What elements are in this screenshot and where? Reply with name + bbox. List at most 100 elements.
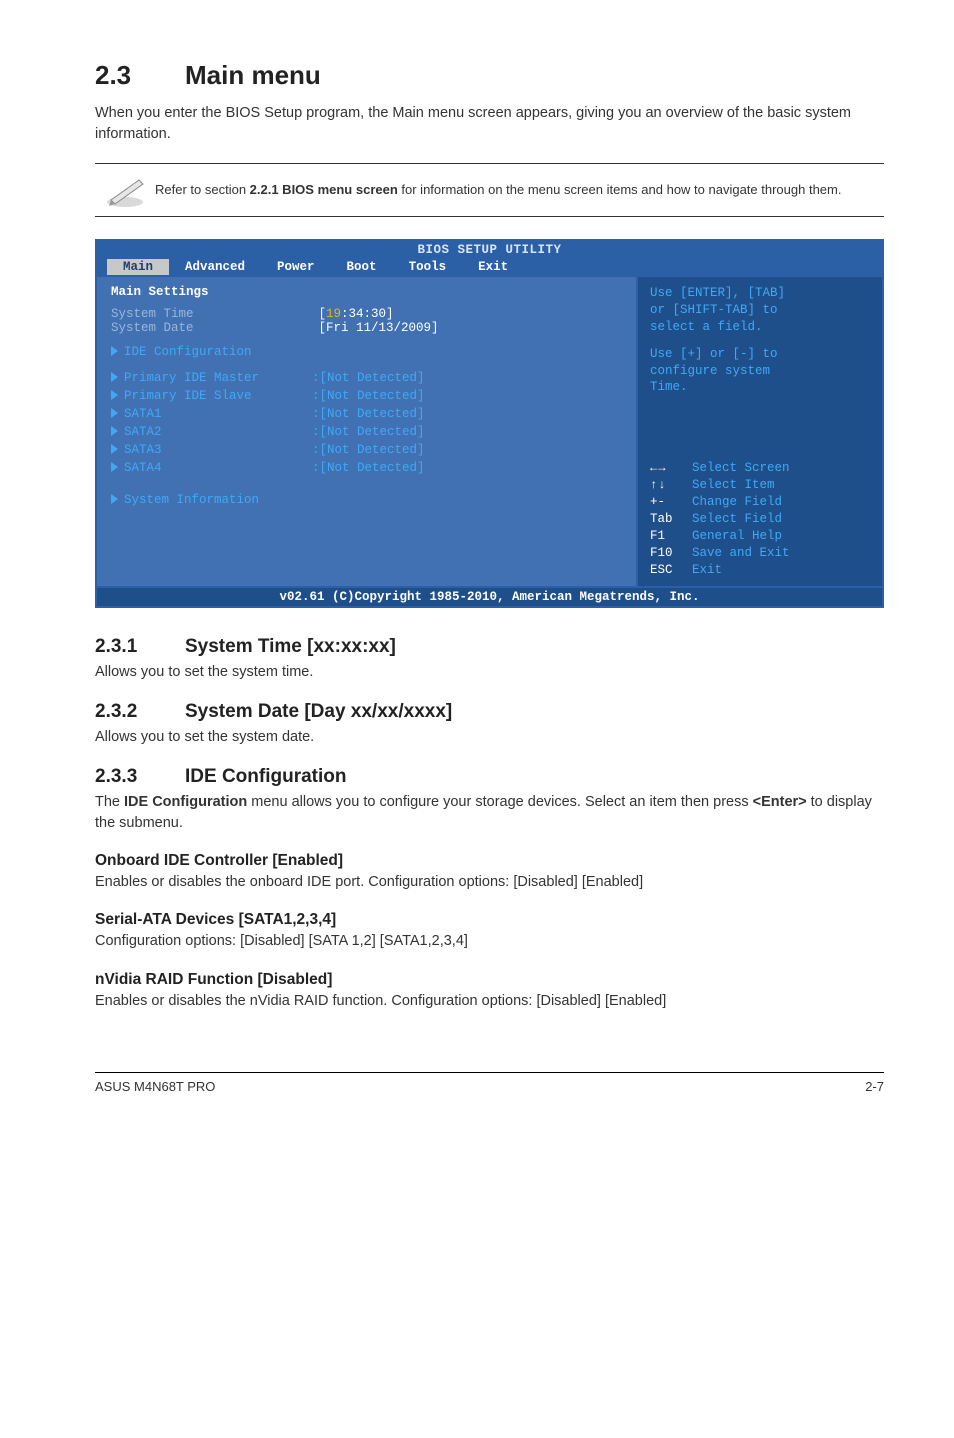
bios-tabbar: Main Advanced Power Boot Tools Exit (97, 259, 882, 277)
bios-tab-power: Power (261, 259, 331, 275)
subsection-title: System Time [xx:xx:xx] (185, 636, 396, 657)
bios-system-info-row: System Information (111, 493, 622, 507)
note-prefix: Refer to section (155, 182, 250, 197)
nav-desc: Select Item (692, 478, 775, 492)
bios-system-date-value: [Fri 11/13/2009] (319, 321, 439, 335)
footer-left: ASUS M4N68T PRO (95, 1079, 215, 1094)
nav-key: ESC (650, 562, 692, 579)
bios-ide-item: SATA4:[Not Detected] (111, 461, 622, 475)
nav-desc: Select Screen (692, 461, 790, 475)
note-box: Refer to section 2.2.1 BIOS menu screen … (95, 163, 884, 217)
bios-title: BIOS SETUP UTILITY (97, 241, 882, 259)
triangle-icon (111, 372, 118, 382)
bios-time-rest: :34:30] (341, 307, 394, 321)
option-text: Enables or disables the nVidia RAID func… (95, 991, 884, 1012)
bios-ide-label: Primary IDE Slave (124, 389, 312, 403)
bios-help-top: Use [ENTER], [TAB] or [SHIFT-TAB] to sel… (650, 285, 870, 336)
nav-desc: Exit (692, 563, 722, 577)
section-intro: When you enter the BIOS Setup program, t… (95, 103, 884, 145)
bios-ide-label: SATA1 (124, 407, 312, 421)
nav-desc: General Help (692, 529, 782, 543)
bios-system-time-label: System Time (111, 307, 311, 321)
nav-desc: Save and Exit (692, 546, 790, 560)
section-number: 2.3 (95, 60, 185, 91)
bios-ide-value: :[Not Detected] (312, 461, 425, 475)
bios-help-line: select a field. (650, 319, 870, 336)
footer-right: 2-7 (865, 1079, 884, 1094)
section-title-text: Main menu (185, 60, 321, 90)
subsection-number: 2.3.3 (95, 766, 185, 788)
subsection-heading: 2.3.3IDE Configuration (95, 766, 884, 788)
triangle-icon (111, 462, 118, 472)
bios-system-info-label: System Information (124, 493, 259, 507)
subsection-heading: 2.3.2System Date [Day xx/xx/xxxx] (95, 701, 884, 723)
bios-system-date-label: System Date (111, 321, 311, 335)
bios-time-bracket: [ (319, 307, 327, 321)
bios-ide-item: SATA2:[Not Detected] (111, 425, 622, 439)
subsection-title: IDE Configuration (185, 766, 346, 787)
note-suffix: for information on the menu screen items… (398, 182, 842, 197)
bios-time-hour: 19 (326, 307, 341, 321)
bios-help-line: Use [+] or [-] to (650, 346, 870, 363)
nav-key: ↑↓ (650, 477, 692, 493)
triangle-icon (111, 346, 118, 356)
option-heading: nVidia RAID Function [Disabled] (95, 971, 884, 989)
note-icon (95, 172, 155, 208)
subsection-text: The IDE Configuration menu allows you to… (95, 792, 884, 834)
bios-ide-item: Primary IDE Slave:[Not Detected] (111, 389, 622, 403)
bios-copyright: v02.61 (C)Copyright 1985-2010, American … (97, 586, 882, 606)
nav-desc: Change Field (692, 495, 782, 509)
section-heading: 2.3Main menu (95, 60, 884, 91)
triangle-icon (111, 494, 118, 504)
subsection-number: 2.3.1 (95, 636, 185, 658)
nav-desc: Select Field (692, 512, 782, 526)
triangle-icon (111, 390, 118, 400)
bios-help-line: or [SHIFT-TAB] to (650, 302, 870, 319)
bios-ide-item: Primary IDE Master:[Not Detected] (111, 371, 622, 385)
bios-ide-item: SATA1:[Not Detected] (111, 407, 622, 421)
nav-key: +- (650, 494, 692, 511)
p-mid: menu allows you to configure your storag… (247, 794, 752, 810)
p-bold: IDE Configuration (124, 794, 247, 810)
bios-help-mid: Use [+] or [-] to configure system Time. (650, 346, 870, 397)
bios-ide-item: SATA3:[Not Detected] (111, 443, 622, 457)
option-heading: Serial-ATA Devices [SATA1,2,3,4] (95, 911, 884, 929)
triangle-icon (111, 426, 118, 436)
bios-screenshot: BIOS SETUP UTILITY Main Advanced Power B… (95, 239, 884, 608)
nav-key: Tab (650, 511, 692, 528)
page-footer: ASUS M4N68T PRO 2-7 (95, 1072, 884, 1094)
option-text: Configuration options: [Disabled] [SATA … (95, 931, 884, 952)
bios-system-date-row: System Date [Fri 11/13/2009] (111, 321, 622, 335)
bios-ide-label: SATA4 (124, 461, 312, 475)
bios-ide-value: :[Not Detected] (312, 389, 425, 403)
triangle-icon (111, 444, 118, 454)
bios-help-line: Use [ENTER], [TAB] (650, 285, 870, 302)
bios-ide-config-row: IDE Configuration (111, 345, 622, 359)
bios-ide-value: :[Not Detected] (312, 371, 425, 385)
bios-tab-tools: Tools (393, 259, 463, 275)
subsection-heading: 2.3.1System Time [xx:xx:xx] (95, 636, 884, 658)
subsection-number: 2.3.2 (95, 701, 185, 723)
bios-help-line: Time. (650, 379, 870, 396)
bios-ide-label: SATA2 (124, 425, 312, 439)
nav-key: F10 (650, 545, 692, 562)
bios-ide-label: SATA3 (124, 443, 312, 457)
note-bold: 2.2.1 BIOS menu screen (250, 182, 398, 197)
bios-tab-advanced: Advanced (169, 259, 261, 275)
bios-ide-value: :[Not Detected] (312, 443, 425, 457)
nav-key: F1 (650, 528, 692, 545)
nav-key: ←→ (650, 460, 692, 476)
p-bold2: <Enter> (753, 794, 807, 810)
bios-ide-config-label: IDE Configuration (124, 345, 252, 359)
option-heading: Onboard IDE Controller [Enabled] (95, 852, 884, 870)
bios-tab-main: Main (107, 259, 169, 275)
subsection-text: Allows you to set the system date. (95, 727, 884, 748)
bios-nav-keys: ←→Select Screen ↑↓Select Item +-Change F… (650, 460, 870, 578)
bios-right-pane: Use [ENTER], [TAB] or [SHIFT-TAB] to sel… (638, 277, 882, 586)
bios-main-settings-heading: Main Settings (111, 285, 622, 299)
bios-help-line: configure system (650, 363, 870, 380)
bios-system-time-row: System Time [19:34:30] (111, 307, 622, 321)
bios-left-pane: Main Settings System Time [19:34:30] Sys… (97, 277, 638, 586)
option-text: Enables or disables the onboard IDE port… (95, 872, 884, 893)
bios-tab-boot: Boot (331, 259, 393, 275)
